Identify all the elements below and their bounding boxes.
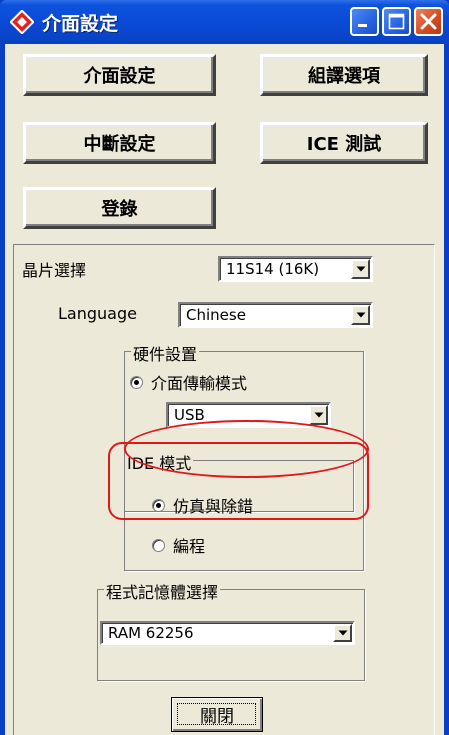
- language-value: Chinese: [186, 306, 246, 324]
- language-dropdown[interactable]: Chinese: [178, 302, 373, 328]
- interface-mode-label: 介面傳輸模式: [151, 374, 248, 393]
- emulate-debug-radio[interactable]: 仿真與除錯: [152, 493, 253, 517]
- title-bar[interactable]: 介面設定: [0, 0, 449, 44]
- chip-select-dropdown-button[interactable]: [351, 259, 370, 279]
- interface-mode-radio[interactable]: 介面傳輸模式: [130, 370, 247, 394]
- chip-select-value: 11S14 (16K): [226, 260, 320, 278]
- program-label: 編程: [173, 537, 206, 556]
- emulate-debug-label: 仿真與除錯: [173, 497, 254, 516]
- transport-dropdown[interactable]: USB: [166, 402, 331, 428]
- language-dropdown-button[interactable]: [351, 305, 370, 325]
- transport-dropdown-button[interactable]: [309, 405, 328, 425]
- language-label: Language: [58, 304, 137, 323]
- memory-value: RAM 62256: [108, 624, 194, 642]
- app-window: 介面設定 介面設定 組譯選項 中斷設定 ICE 測試 登錄 晶片選擇 11S14…: [0, 0, 449, 735]
- chevron-down-icon: [356, 266, 365, 272]
- window-title: 介面設定: [42, 13, 119, 35]
- memory-dropdown-button[interactable]: [333, 624, 352, 642]
- transport-value: USB: [174, 406, 205, 424]
- close-window-button[interactable]: [414, 7, 443, 36]
- app-logo-icon: [10, 10, 34, 34]
- close-dialog-button[interactable]: 關閉: [171, 697, 263, 732]
- radio-unchecked-icon[interactable]: [152, 538, 165, 552]
- minimize-icon: [358, 24, 367, 27]
- close-icon: [420, 13, 437, 30]
- minimize-button[interactable]: [350, 7, 379, 36]
- ice-test-button[interactable]: ICE 測試: [260, 122, 428, 164]
- hardware-settings-title: 硬件設置: [131, 341, 200, 365]
- memory-select-title: 程式記憶體選擇: [104, 579, 221, 603]
- chevron-down-icon: [356, 312, 365, 318]
- chip-select-dropdown[interactable]: 11S14 (16K): [218, 256, 373, 282]
- compile-options-button[interactable]: 組譯選項: [260, 54, 428, 96]
- program-radio[interactable]: 編程: [152, 533, 205, 557]
- maximize-button[interactable]: [382, 7, 411, 36]
- chevron-down-icon: [314, 412, 323, 418]
- memory-dropdown[interactable]: RAM 62256: [100, 621, 355, 645]
- close-dialog-label: 關閉: [200, 707, 234, 727]
- ide-mode-title: IDE 模式: [125, 450, 194, 474]
- radio-checked-icon[interactable]: [130, 375, 143, 389]
- interface-setup-button[interactable]: 介面設定: [23, 54, 216, 96]
- chevron-down-icon: [338, 630, 347, 636]
- radio-checked-icon[interactable]: [152, 498, 165, 512]
- chip-select-label: 晶片選擇: [22, 261, 87, 280]
- interrupt-setup-button[interactable]: 中斷設定: [23, 122, 216, 164]
- maximize-icon: [388, 13, 405, 30]
- login-button[interactable]: 登錄: [23, 187, 216, 229]
